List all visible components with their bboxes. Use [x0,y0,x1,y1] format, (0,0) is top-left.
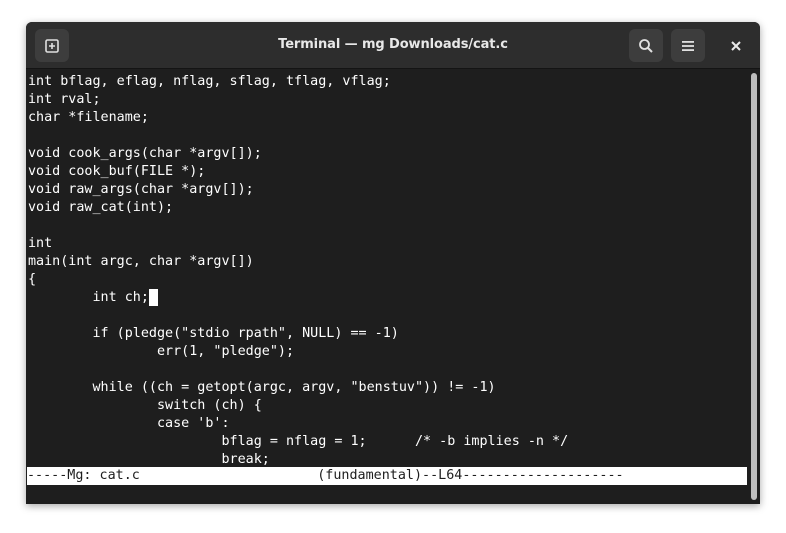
text-cursor [148,289,158,306]
terminal-line-text: bflag = nflag = 1; /* -b implies -n */ [28,434,569,449]
close-button[interactable] [719,29,753,62]
terminal-content[interactable]: -----Mg: cat.c (fundamental)--L64-------… [26,69,748,504]
terminal-line: switch (ch) { [28,397,262,415]
terminal-line-text: while ((ch = getopt(argc, argv, "benstuv… [28,380,496,395]
menu-button[interactable] [671,29,705,62]
terminal-line: void cook_buf(FILE *); [28,163,205,181]
terminal-line-text: int [28,236,53,251]
terminal-line: if (pledge("stdio rpath", NULL) == -1) [28,325,399,343]
terminal-line: case 'b': [28,415,230,433]
terminal-line: { [28,271,36,289]
terminal-line: int [28,235,52,253]
mode-line: -----Mg: cat.c (fundamental)--L64-------… [27,467,747,485]
terminal-line-text: if (pledge("stdio rpath", NULL) == -1) [28,326,399,341]
search-icon [639,38,653,53]
terminal-line: main(int argc, char *argv[]) [28,253,254,271]
search-button[interactable] [629,29,663,62]
terminal-line: int ch; [28,289,158,307]
terminal-line: char *filename; [28,109,149,127]
terminal-line: while ((ch = getopt(argc, argv, "benstuv… [28,379,496,397]
terminal-line-text: char *filename; [28,110,149,125]
scrollbar[interactable] [748,69,760,504]
terminal-line-text: void raw_args(char *argv[]); [28,182,254,197]
terminal-line-text: void raw_cat(int); [28,200,174,215]
terminal-line: break; [28,451,270,469]
terminal-window: Terminal — mg Downloads/cat.c -----Mg: c… [26,22,760,504]
terminal-line: int bflag, eflag, nflag, sflag, tflag, v… [28,73,391,91]
terminal-line: int rval; [28,91,101,109]
terminal-line: void raw_args(char *argv[]); [28,181,254,199]
header-bar: Terminal — mg Downloads/cat.c [26,22,760,69]
terminal-line-text: case 'b': [28,416,230,431]
terminal-line-text: void cook_args(char *argv[]); [28,146,262,161]
terminal-line-text: switch (ch) { [28,398,262,413]
terminal-line-text: int bflag, eflag, nflag, sflag, tflag, v… [28,74,391,89]
terminal-line-text: void cook_buf(FILE *); [28,164,206,179]
terminal-line-text: int ch; [28,290,149,305]
terminal-line-text: { [28,272,37,287]
terminal-line: err(1, "pledge"); [28,343,294,361]
terminal-line: bflag = nflag = 1; /* -b implies -n */ [28,433,568,451]
terminal-line-text: break; [28,452,270,467]
terminal-line: void cook_args(char *argv[]); [28,145,262,163]
hamburger-menu-icon [682,40,694,51]
close-icon [731,40,741,51]
terminal-line-text: main(int argc, char *argv[]) [28,254,254,269]
terminal-line-text: err(1, "pledge"); [28,344,295,359]
terminal-line: void raw_cat(int); [28,199,173,217]
scrollbar-thumb[interactable] [751,73,757,500]
terminal-line-text: int rval; [28,92,101,107]
